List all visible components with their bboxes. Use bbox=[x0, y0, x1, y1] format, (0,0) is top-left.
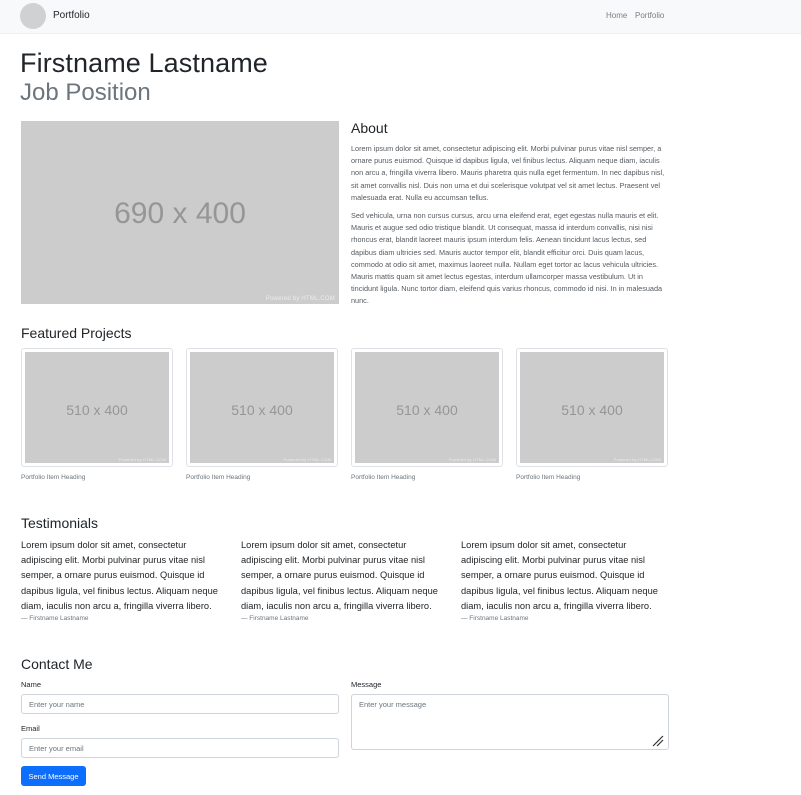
project-caption: Portfolio Item Heading bbox=[186, 474, 251, 481]
project-image-watermark: Powered by HTML.COM bbox=[613, 457, 661, 462]
testimonial-quote: Lorem ipsum dolor sit amet, consectetur … bbox=[461, 540, 658, 611]
brand-logo-icon[interactable] bbox=[20, 3, 46, 29]
project-image-dimensions: 510 x 400 bbox=[66, 402, 128, 418]
contact-title: Contact Me bbox=[21, 656, 93, 672]
project-image-dimensions: 510 x 400 bbox=[231, 402, 293, 418]
project-caption: Portfolio Item Heading bbox=[351, 474, 416, 481]
email-input[interactable] bbox=[21, 738, 339, 758]
hero-job-position: Job Position bbox=[20, 79, 151, 106]
project-card[interactable]: 510 x 400 Powered by HTML.COM bbox=[186, 348, 338, 467]
about-paragraph: Sed vehicula, urna non cursus cursus, ar… bbox=[351, 211, 663, 306]
brand-name[interactable]: Portfolio bbox=[53, 10, 90, 21]
project-image-dimensions: 510 x 400 bbox=[561, 402, 623, 418]
project-image[interactable]: 510 x 400 Powered by HTML.COM bbox=[25, 352, 169, 463]
message-label: Message bbox=[351, 680, 382, 689]
project-image[interactable]: 510 x 400 Powered by HTML.COM bbox=[190, 352, 334, 463]
project-caption: Portfolio Item Heading bbox=[516, 474, 581, 481]
name-input[interactable] bbox=[21, 694, 339, 714]
project-caption: Portfolio Item Heading bbox=[21, 474, 86, 481]
about-image: 690 x 400 Powered by HTML.COM bbox=[21, 121, 339, 304]
nav-link-portfolio[interactable]: Portfolio bbox=[635, 11, 664, 20]
project-image-watermark: Powered by HTML.COM bbox=[118, 457, 166, 462]
about-image-watermark: Powered by HTML.COM bbox=[265, 296, 335, 302]
message-textarea[interactable] bbox=[351, 694, 669, 750]
navbar: Portfolio Home Portfolio bbox=[0, 0, 801, 34]
about-title: About bbox=[351, 120, 388, 136]
testimonial-author: — Firstname Lastname bbox=[461, 615, 529, 623]
nav-link-home[interactable]: Home bbox=[606, 11, 627, 20]
name-label: Name bbox=[21, 680, 42, 689]
testimonial-author: — Firstname Lastname bbox=[241, 615, 309, 623]
project-image-watermark: Powered by HTML.COM bbox=[283, 457, 331, 462]
project-card[interactable]: 510 x 400 Powered by HTML.COM bbox=[516, 348, 668, 467]
hero-name: Firstname Lastname bbox=[20, 48, 268, 78]
testimonial-author: — Firstname Lastname bbox=[21, 615, 89, 623]
about-paragraph: Lorem ipsum dolor sit amet, consectetur … bbox=[351, 144, 665, 202]
project-card[interactable]: 510 x 400 Powered by HTML.COM bbox=[21, 348, 173, 467]
testimonial: Lorem ipsum dolor sit amet, consectetur … bbox=[461, 538, 669, 622]
testimonial: Lorem ipsum dolor sit amet, consectetur … bbox=[21, 538, 229, 622]
project-image-dimensions: 510 x 400 bbox=[396, 402, 458, 418]
send-message-button[interactable]: Send Message bbox=[21, 766, 86, 786]
testimonial-quote: Lorem ipsum dolor sit amet, consectetur … bbox=[21, 540, 218, 611]
project-image-watermark: Powered by HTML.COM bbox=[448, 457, 496, 462]
project-image[interactable]: 510 x 400 Powered by HTML.COM bbox=[520, 352, 664, 463]
project-card[interactable]: 510 x 400 Powered by HTML.COM bbox=[351, 348, 503, 467]
testimonial: Lorem ipsum dolor sit amet, consectetur … bbox=[241, 538, 449, 622]
testimonials-title: Testimonials bbox=[21, 515, 99, 531]
featured-projects-title: Featured Projects bbox=[21, 325, 132, 341]
about-image-dimensions: 690 x 400 bbox=[114, 197, 246, 230]
project-image[interactable]: 510 x 400 Powered by HTML.COM bbox=[355, 352, 499, 463]
testimonial-quote: Lorem ipsum dolor sit amet, consectetur … bbox=[241, 540, 438, 611]
email-label: Email bbox=[21, 724, 40, 733]
resize-handle-icon[interactable] bbox=[652, 735, 664, 747]
